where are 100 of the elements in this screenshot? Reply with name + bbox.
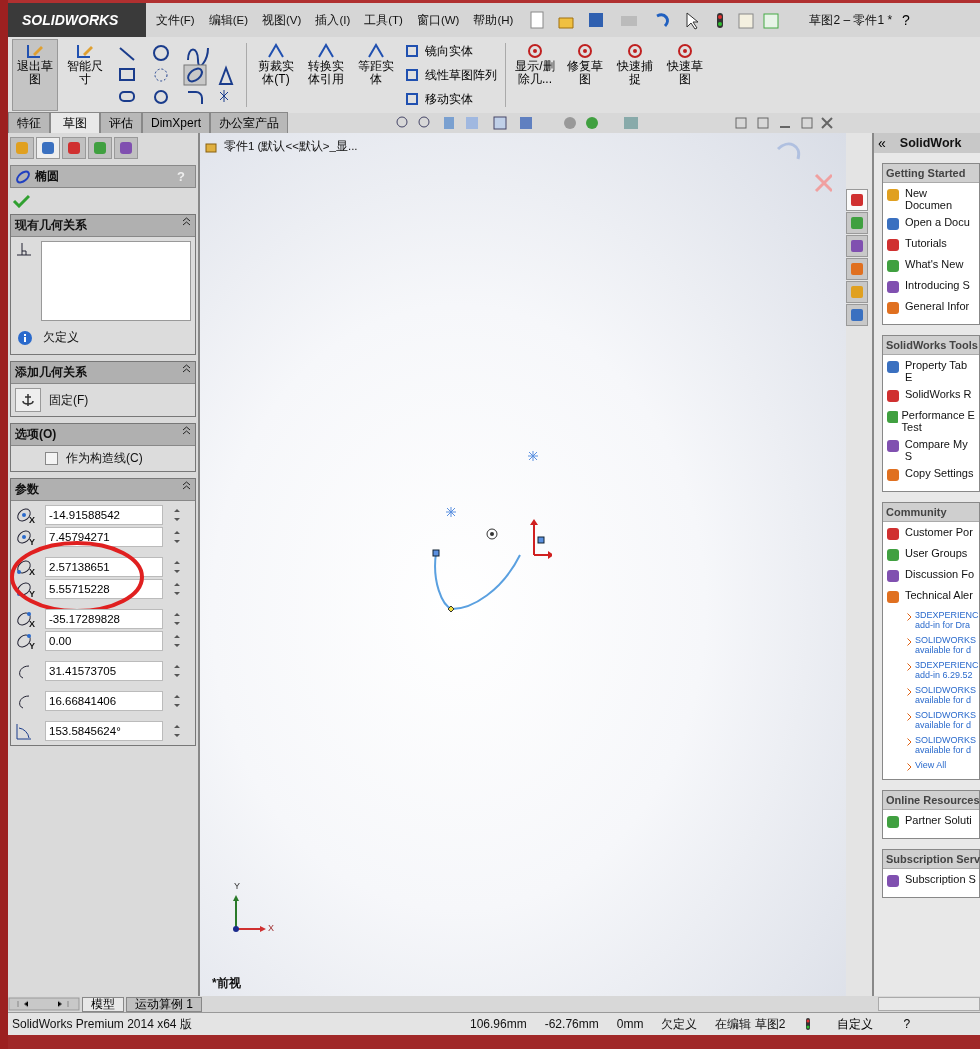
menu-item[interactable]: 文件(F) [152, 12, 199, 28]
tab-scroll-drawing[interactable] [8, 997, 80, 1011]
menu-item[interactable]: 工具(T) [360, 12, 407, 28]
fix-relation-button[interactable] [15, 388, 41, 412]
sketch-tool-icon [25, 42, 45, 60]
parameter-field[interactable]: -14.91588542 [45, 505, 163, 525]
resource-link[interactable]: Subscription S [905, 873, 976, 885]
ribbon-list-button[interactable]: 镜向实体 [403, 42, 499, 60]
feature-tree-item[interactable]: 零件1 (默认<<默认>_显... [204, 139, 358, 154]
help-button[interactable]: ? [898, 12, 914, 28]
ribbon-button[interactable]: 智能尺寸 [62, 39, 108, 111]
group-header[interactable]: 现有几何关系 [11, 215, 195, 237]
resource-link[interactable]: Tutorials [905, 237, 947, 249]
axis-label: Y [234, 881, 240, 891]
parameter-field[interactable]: 16.66841406 [45, 691, 163, 711]
checkbox-label: 作为构造线(C) [66, 450, 143, 467]
tool-icon [405, 92, 419, 106]
ribbon-button[interactable]: 剪裁实体(T) [253, 39, 299, 111]
ribbon-button[interactable]: 转换实体引用 [303, 39, 349, 111]
parameter-field[interactable]: 0.00 [45, 631, 163, 651]
news-link[interactable]: SOLIDWORKS available for d [915, 635, 975, 655]
menu-item[interactable]: 视图(V) [258, 12, 306, 28]
ribbon-list-button[interactable]: 移动实体 [403, 90, 499, 108]
resource-link[interactable]: New Documen [904, 187, 977, 211]
parameter-field[interactable]: 2.57138651 [45, 557, 163, 577]
window-controls-drawing[interactable] [734, 116, 834, 130]
parameter-field[interactable]: 31.41573705 [45, 661, 163, 681]
ribbon-list-button[interactable]: 线性草图阵列 [403, 66, 499, 84]
units-button[interactable]: 自定义 [831, 1014, 880, 1034]
panel-tab[interactable] [36, 137, 60, 159]
collapse-chevron-icon[interactable] [182, 217, 191, 226]
menu-item[interactable]: 插入(I) [311, 12, 355, 28]
news-link[interactable]: SOLIDWORKS available for d [915, 685, 975, 705]
resource-link[interactable]: Compare My S [904, 438, 977, 462]
section-header: Getting Started [883, 164, 979, 183]
resource-link[interactable]: Property Tab E [904, 359, 977, 383]
group-header[interactable]: 参数 [11, 479, 195, 501]
status-text: 在编辑 草图2 [715, 1015, 786, 1033]
collapse-chevron-icon[interactable] [182, 364, 191, 373]
task-pane-tab[interactable] [846, 304, 868, 326]
menu-item[interactable]: 编辑(E) [204, 12, 253, 28]
tool-icon [266, 42, 286, 60]
axis-label: X [268, 923, 274, 933]
resource-link[interactable]: SolidWorks R [905, 388, 972, 400]
ribbon-button[interactable]: 修复草图 [562, 39, 608, 111]
resource-link[interactable]: What's New [905, 258, 964, 270]
panel-tab-icon [40, 140, 56, 156]
resource-link[interactable]: Partner Soluti [905, 814, 972, 826]
resource-icon [885, 409, 898, 425]
resource-link[interactable]: Discussion Fo [905, 568, 975, 580]
ribbon-button[interactable]: 显示/删除几... [512, 39, 558, 111]
task-pane-tab-icon [849, 192, 865, 208]
perpendicular-icon [15, 241, 33, 257]
collapse-button[interactable]: « [878, 135, 886, 151]
panel-tab[interactable] [114, 137, 138, 159]
ribbon-button[interactable]: 等距实体 [353, 39, 399, 111]
collapse-chevron-icon[interactable] [182, 426, 191, 435]
status-text: 欠定义 [43, 329, 79, 346]
horizontal-scrollbar[interactable] [878, 997, 980, 1011]
task-pane-tab-icon [849, 261, 865, 277]
resource-link[interactable]: Introducing S [905, 279, 970, 291]
resource-link[interactable]: Open a Docu [905, 216, 970, 228]
help-button[interactable]: ? [897, 1016, 917, 1032]
collapse-chevron-icon[interactable] [182, 481, 191, 490]
ribbon-button[interactable]: 快速捕捉 [612, 39, 658, 111]
news-link[interactable]: SOLIDWORKS available for d [915, 735, 975, 755]
panel-tab[interactable] [62, 137, 86, 159]
resource-link[interactable]: Technical Aler [905, 589, 973, 601]
parameter-field[interactable]: 7.45794271 [45, 527, 163, 547]
parameter-field[interactable]: -35.17289828 [45, 609, 163, 629]
resource-link[interactable]: General Infor [905, 300, 970, 312]
resource-link[interactable]: User Groups [905, 547, 968, 559]
bottom-tab[interactable]: 模型 [82, 996, 124, 1012]
resource-icon [885, 438, 901, 454]
tool-icon [625, 42, 645, 60]
resource-icon [885, 216, 901, 232]
task-pane-tab[interactable] [846, 235, 868, 257]
news-link[interactable]: View All [915, 760, 975, 771]
menu-item[interactable]: 窗口(W) [412, 12, 464, 28]
parameter-field[interactable]: 5.55715228 [45, 579, 163, 599]
resource-link[interactable]: Copy Settings [905, 467, 974, 479]
group-header[interactable]: 选项(O) [11, 424, 195, 446]
panel-tab-icon [92, 140, 108, 156]
tool-icon [366, 42, 386, 60]
checkbox[interactable] [45, 452, 58, 465]
task-pane-tab[interactable] [846, 189, 868, 211]
news-link[interactable]: SOLIDWORKS available for d [915, 710, 975, 730]
parameter-field[interactable]: 153.5845624° [45, 721, 163, 741]
ok-check-icon[interactable] [12, 194, 30, 208]
bottom-tab[interactable]: 运动算例 1 [126, 996, 202, 1012]
group-header[interactable]: 添加几何关系 [11, 362, 195, 384]
resource-link[interactable]: Customer Por [905, 526, 973, 538]
resource-link[interactable]: Performance E Test [901, 409, 977, 433]
ribbon-button[interactable]: 快速草图 [662, 39, 708, 111]
ribbon-button[interactable]: 退出草图 [12, 39, 58, 111]
sketch-tool-icon [75, 42, 95, 60]
menu-item[interactable]: 帮助(H) [469, 12, 518, 28]
relations-list[interactable] [41, 241, 191, 321]
parameter-icon [15, 722, 33, 740]
view-orientation-label: *前视 [212, 975, 241, 992]
